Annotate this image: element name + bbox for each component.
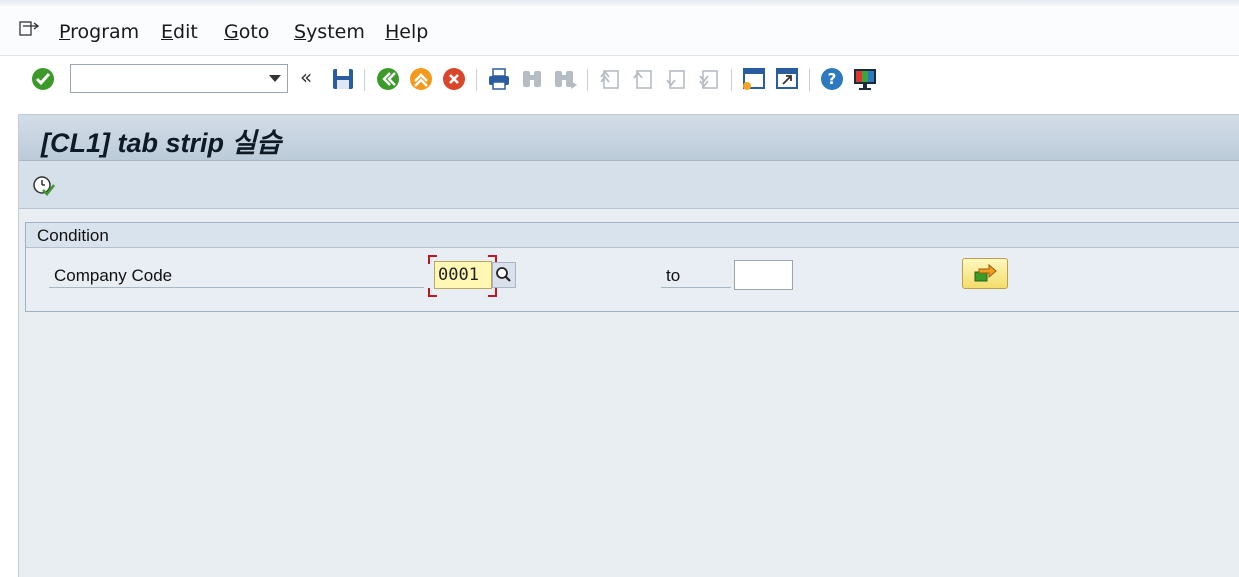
create-shortcut-icon[interactable] (774, 66, 800, 92)
to-underline (661, 287, 731, 288)
menu-goto[interactable]: Goto (224, 21, 269, 43)
search-icon (496, 267, 511, 282)
page-title: [CL1] tab strip 실습 (41, 128, 282, 158)
enter-icon[interactable] (30, 66, 56, 92)
standard-toolbar: « ? (0, 56, 1239, 102)
help-icon[interactable]: ? (819, 66, 845, 92)
to-label: to (666, 266, 681, 285)
find-next-icon[interactable] (552, 66, 578, 92)
condition-header: Condition (26, 223, 1239, 248)
company-code-label: Company Code (54, 266, 173, 285)
focus-corner (488, 288, 497, 297)
multiple-selection-button[interactable] (962, 258, 1008, 289)
application-toolbar (19, 161, 1239, 209)
first-page-icon[interactable] (597, 66, 623, 92)
exit-icon[interactable] (408, 66, 434, 92)
focus-corner (428, 255, 437, 264)
cancel-icon[interactable] (441, 66, 467, 92)
svg-text:?: ? (828, 70, 837, 88)
label-underline (49, 287, 424, 288)
company-code-from-field[interactable]: 0001 (434, 261, 492, 289)
save-icon[interactable] (330, 66, 356, 92)
find-icon[interactable] (519, 66, 545, 92)
command-field[interactable] (70, 64, 288, 93)
condition-title: Condition (37, 226, 109, 245)
menu-help[interactable]: Help (385, 21, 428, 43)
menu-bar: Program Edit Goto System Help (0, 6, 1239, 54)
previous-page-icon[interactable] (630, 66, 656, 92)
multiple-selection-icon (974, 263, 997, 282)
chevron-down-icon[interactable] (269, 75, 281, 82)
menu-edit[interactable]: Edit (161, 21, 198, 43)
create-session-icon[interactable] (741, 66, 767, 92)
command-input[interactable] (75, 66, 269, 93)
customize-layout-icon[interactable] (852, 66, 878, 92)
screen-area: [CL1] tab strip 실습 Condition Company Cod… (18, 114, 1239, 577)
company-code-to-field[interactable] (734, 260, 793, 290)
menu-icon[interactable] (19, 20, 39, 38)
back-icon[interactable] (375, 66, 401, 92)
print-icon[interactable] (486, 66, 512, 92)
focus-corner (428, 288, 437, 297)
menu-system[interactable]: System (294, 21, 365, 43)
last-page-icon[interactable] (696, 66, 722, 92)
menu-program[interactable]: Program (59, 21, 139, 43)
collapse-icon[interactable]: « (300, 65, 312, 89)
next-page-icon[interactable] (663, 66, 689, 92)
value-help-button[interactable] (492, 262, 516, 288)
execute-icon[interactable] (31, 173, 55, 197)
title-bar: [CL1] tab strip 실습 (19, 115, 1239, 161)
condition-frame: Condition Company Code 0001 to (25, 222, 1239, 312)
